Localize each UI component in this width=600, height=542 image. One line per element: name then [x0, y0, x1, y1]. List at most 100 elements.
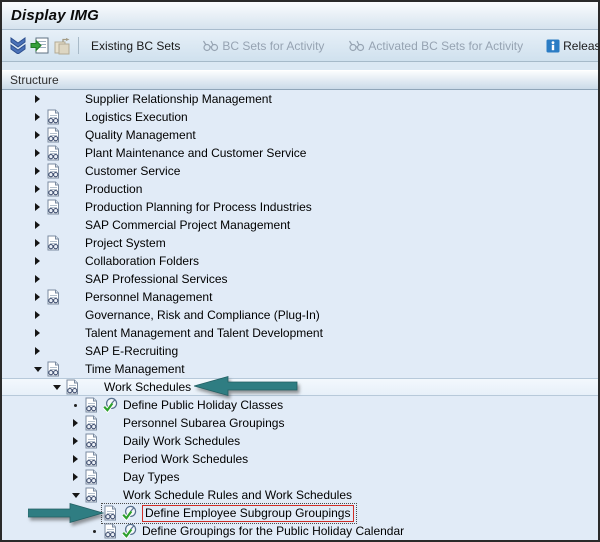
structure-header-label: Structure — [10, 73, 59, 87]
expand-arrow-icon[interactable] — [30, 252, 45, 270]
documentation-glasses-icon[interactable] — [102, 523, 118, 539]
documentation-glasses-icon[interactable] — [45, 109, 61, 125]
documentation-glasses-icon[interactable] — [45, 163, 61, 179]
tree-row[interactable]: Quality Management — [2, 126, 598, 144]
activated-bc-sets-for-activity-label: Activated BC Sets for Activity — [368, 38, 524, 53]
toolbar: Existing BC Sets BC Sets for Activity Ac… — [2, 30, 598, 62]
expand-arrow-icon[interactable] — [30, 288, 45, 306]
tree-node-label: Project System — [85, 236, 166, 250]
tree-row[interactable]: Customer Service — [2, 162, 598, 180]
tree-node-label: Quality Management — [85, 128, 196, 142]
tree-node-label: Time Management — [85, 362, 185, 376]
expand-arrow-icon[interactable] — [30, 198, 45, 216]
position-in-structure-icon[interactable] — [30, 35, 49, 57]
expand-arrow-icon[interactable] — [30, 324, 45, 342]
existing-bc-sets-button[interactable]: Existing BC Sets — [86, 37, 185, 55]
structure-header: Structure — [2, 70, 598, 90]
documentation-glasses-icon[interactable] — [45, 127, 61, 143]
tree-node-label: Define Groupings for the Public Holiday … — [142, 524, 405, 538]
tree-row[interactable]: SAP E-Recruiting — [2, 342, 598, 360]
expand-collapse-chevrons-icon[interactable] — [9, 35, 27, 57]
documentation-glasses-icon[interactable] — [83, 451, 99, 467]
expand-arrow-icon[interactable] — [30, 162, 45, 180]
tree-row[interactable]: Personnel Management — [2, 288, 598, 306]
expand-arrow-icon[interactable] — [68, 468, 83, 486]
tree-row[interactable]: Talent Management and Talent Development — [2, 324, 598, 342]
tree-node-label: Production — [85, 182, 143, 196]
tree-row[interactable]: SAP Commercial Project Management — [2, 216, 598, 234]
tree-node-label: Define Public Holiday Classes — [123, 398, 284, 412]
existing-bc-sets-label: Existing BC Sets — [91, 38, 181, 53]
documentation-glasses-icon[interactable] — [83, 415, 99, 431]
expand-arrow-icon[interactable] — [68, 432, 83, 450]
tree-row[interactable]: Production Planning for Process Industri… — [2, 198, 598, 216]
img-activity-execute-icon[interactable] — [121, 523, 137, 539]
tree-row[interactable]: Time Management — [2, 360, 598, 378]
collapse-arrow-icon[interactable] — [49, 379, 64, 395]
glasses-icon — [202, 39, 219, 52]
expand-arrow-icon[interactable] — [68, 450, 83, 468]
expand-arrow-icon[interactable] — [68, 414, 83, 432]
documentation-glasses-icon[interactable] — [83, 487, 99, 503]
annotation-arrow-left-icon — [192, 375, 298, 400]
glasses-icon — [348, 39, 365, 52]
bc-sets-for-activity-label: BC Sets for Activity — [222, 38, 325, 53]
tree-row[interactable]: Day Types — [2, 468, 598, 486]
expand-arrow-icon[interactable] — [30, 90, 45, 108]
expand-arrow-icon[interactable] — [30, 306, 45, 324]
documentation-glasses-icon[interactable] — [45, 199, 61, 215]
tree-node-label: Define Employee Subgroup Groupings — [142, 504, 355, 522]
expand-arrow-icon[interactable] — [30, 180, 45, 198]
tree-row[interactable]: Collaboration Folders — [2, 252, 598, 270]
img-structure-tree: Supplier Relationship Management Logistic… — [2, 90, 598, 540]
tree-row[interactable]: Governance, Risk and Compliance (Plug-In… — [2, 306, 598, 324]
documentation-glasses-icon[interactable] — [83, 397, 99, 413]
expand-arrow-icon[interactable] — [30, 126, 45, 144]
expand-arrow-icon[interactable] — [30, 342, 45, 360]
tree-node-label: Plant Maintenance and Customer Service — [85, 146, 307, 160]
copy-icon — [52, 35, 71, 57]
tree-row[interactable]: Project System — [2, 234, 598, 252]
tree-row[interactable]: Daily Work Schedules — [2, 432, 598, 450]
documentation-glasses-icon[interactable] — [45, 361, 61, 377]
tree-node-label: Logistics Execution — [85, 110, 188, 124]
tree-node-label: Work Schedules — [104, 380, 192, 394]
expand-arrow-icon[interactable] — [30, 108, 45, 126]
focused-node-group: Define Employee Subgroup Groupings — [100, 502, 358, 524]
collapse-arrow-icon[interactable] — [30, 360, 45, 378]
tree-row[interactable]: Define Employee Subgroup Groupings — [2, 502, 598, 524]
expand-arrow-icon[interactable] — [30, 144, 45, 162]
title-bar: Display IMG — [2, 2, 598, 30]
tree-node-label: Talent Management and Talent Development — [85, 326, 323, 340]
tree-row[interactable]: Supplier Relationship Management — [2, 90, 598, 108]
tree-row[interactable]: Plant Maintenance and Customer Service — [2, 144, 598, 162]
expand-arrow-icon[interactable] — [30, 234, 45, 252]
documentation-glasses-icon[interactable] — [83, 433, 99, 449]
img-activity-execute-icon[interactable] — [102, 397, 118, 413]
release-notes-button[interactable]: Release — [541, 37, 598, 55]
tree-row[interactable]: Define Public Holiday Classes — [2, 396, 598, 414]
tree-row[interactable]: Logistics Execution — [2, 108, 598, 126]
documentation-glasses-icon[interactable] — [64, 379, 80, 395]
documentation-glasses-icon[interactable] — [45, 181, 61, 197]
tree-node-label: Customer Service — [85, 164, 181, 178]
tree-row[interactable]: Personnel Subarea Groupings — [2, 414, 598, 432]
tree-row[interactable]: Production — [2, 180, 598, 198]
tree-node-label: Day Types — [123, 470, 180, 484]
release-notes-label: Release — [563, 38, 598, 53]
tree-node-label: SAP E-Recruiting — [85, 344, 179, 358]
documentation-glasses-icon[interactable] — [83, 469, 99, 485]
tree-row[interactable]: Period Work Schedules — [2, 450, 598, 468]
tree-node-label: SAP Professional Services — [85, 272, 228, 286]
documentation-glasses-icon[interactable] — [45, 289, 61, 305]
tree-row[interactable]: Work Schedules — [2, 375, 598, 396]
tree-node-label: SAP Commercial Project Management — [85, 218, 291, 232]
img-activity-execute-icon[interactable] — [121, 505, 137, 521]
documentation-glasses-icon[interactable] — [45, 145, 61, 161]
expand-arrow-icon[interactable] — [30, 270, 45, 288]
expand-arrow-icon[interactable] — [30, 216, 45, 234]
tree-node-label: Collaboration Folders — [85, 254, 200, 268]
documentation-glasses-icon[interactable] — [45, 235, 61, 251]
documentation-glasses-icon[interactable] — [102, 505, 118, 521]
tree-row[interactable]: SAP Professional Services — [2, 270, 598, 288]
